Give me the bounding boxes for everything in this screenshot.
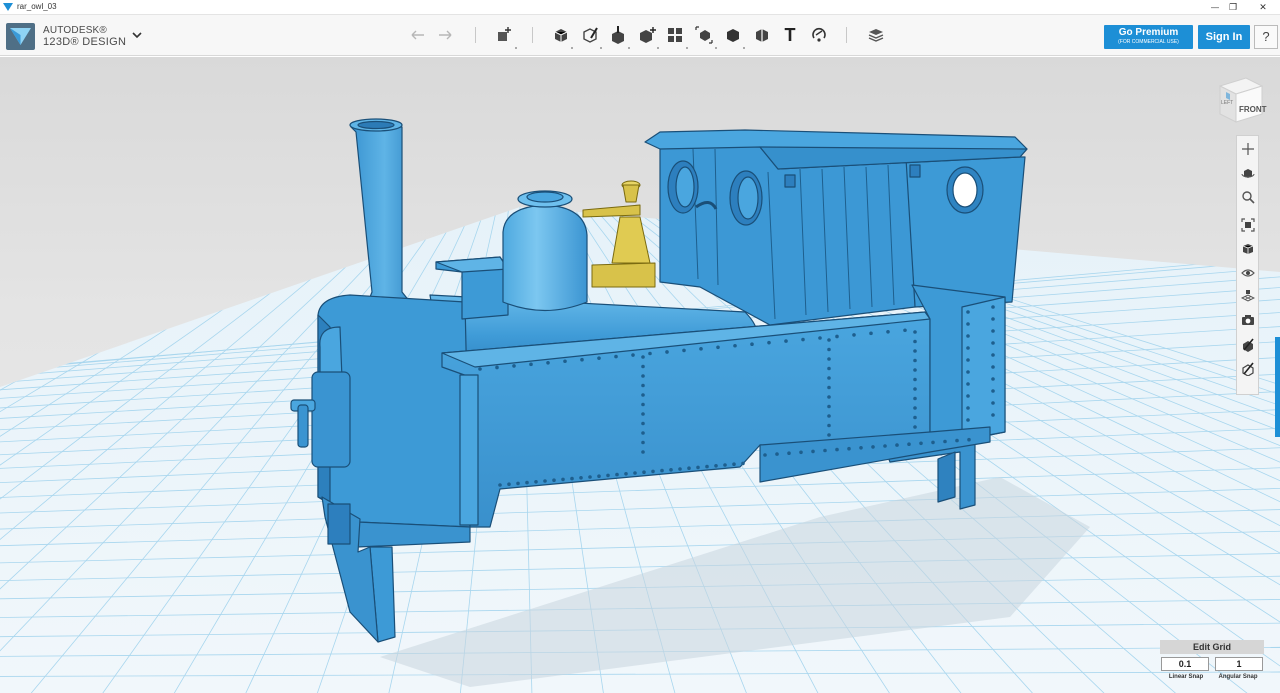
brand-autodesk: AUTODESK® <box>43 25 107 36</box>
outline-visibility-icon <box>1242 362 1254 376</box>
side-panel-tab[interactable] <box>1275 337 1280 437</box>
close-icon: ✕ <box>1259 2 1267 12</box>
redo-icon <box>439 30 452 40</box>
text-icon: T <box>784 24 796 45</box>
edit-grid-button[interactable]: Edit Grid <box>1160 640 1264 654</box>
scene-canvas[interactable] <box>0 57 1280 693</box>
toolbar-separator <box>475 27 476 43</box>
combine-icon <box>727 29 739 42</box>
measure-icon <box>756 29 768 42</box>
pan-icon <box>1242 143 1254 155</box>
title-bar: rar_owl_03 — ❐ ✕ <box>0 0 1280 15</box>
undo-button[interactable] <box>407 24 429 46</box>
maximize-icon: ❐ <box>1228 2 1238 12</box>
premium-sub-label: (FOR COMMERCIAL USE) <box>1118 39 1179 45</box>
primitives-icon <box>554 29 568 42</box>
snap-icon <box>812 27 826 42</box>
measure-button[interactable] <box>751 24 773 46</box>
visibility-button[interactable] <box>1239 264 1257 282</box>
linear-snap-input[interactable]: 0.1 <box>1161 657 1209 671</box>
brand-product: 123D® DESIGN <box>43 36 127 48</box>
modify-button[interactable] <box>636 24 658 46</box>
grouping-button[interactable] <box>693 24 715 46</box>
angular-snap-input[interactable]: 1 <box>1215 657 1263 671</box>
undo-icon <box>411 30 424 40</box>
pattern-button[interactable] <box>664 24 686 46</box>
app-logo-icon <box>3 3 13 11</box>
combine-button[interactable] <box>722 24 744 46</box>
close-button[interactable]: ✕ <box>1248 0 1278 15</box>
pan-button[interactable] <box>1239 140 1257 158</box>
fit-button[interactable] <box>1239 216 1257 234</box>
construct-button[interactable] <box>607 24 629 46</box>
material-visibility-button[interactable] <box>1239 336 1257 354</box>
outline-visibility-button[interactable] <box>1239 360 1257 378</box>
view-cube-front: FRONT <box>1239 105 1267 114</box>
chevron-down-icon[interactable] <box>130 28 144 42</box>
sign-in-button[interactable]: Sign In <box>1198 25 1250 49</box>
toolbar-separator <box>532 27 533 43</box>
views-button[interactable] <box>1239 240 1257 258</box>
window-title: rar_owl_03 <box>17 2 57 11</box>
3d-viewport[interactable]: FRONT LEFT Edit Grid 0.1 1 Linear Snap A… <box>0 57 1280 693</box>
grouping-icon <box>695 26 713 44</box>
screenshot-button[interactable] <box>1239 311 1257 329</box>
transform-icon <box>498 27 511 41</box>
navigation-bar <box>1236 135 1259 395</box>
material-button[interactable] <box>865 24 887 46</box>
orbit-button[interactable] <box>1239 164 1257 182</box>
material-visibility-icon <box>1243 338 1254 352</box>
sketch-button[interactable] <box>579 24 601 46</box>
premium-label: Go Premium <box>1118 27 1179 38</box>
screenshot-icon <box>1242 315 1254 325</box>
construct-icon <box>612 26 624 44</box>
linear-snap-label: Linear Snap <box>1168 674 1204 680</box>
redo-button[interactable] <box>434 24 456 46</box>
zoom-icon <box>1242 191 1255 204</box>
grid-settings-button[interactable] <box>1239 287 1257 305</box>
view-cube-left: LEFT <box>1221 100 1233 106</box>
material-icon <box>868 29 884 42</box>
grid-settings-icon <box>1241 290 1255 302</box>
toolbar-separator <box>846 27 847 43</box>
modify-icon <box>640 27 656 43</box>
123d-logo-icon <box>6 23 35 50</box>
views-icon <box>1242 244 1254 254</box>
sketch-icon <box>583 27 598 43</box>
text-button[interactable]: T <box>779 24 801 46</box>
main-toolbar: AUTODESK® 123D® DESIGN T Go Premium (FOR… <box>0 15 1280 56</box>
help-button[interactable]: ? <box>1254 25 1278 49</box>
zoom-button[interactable] <box>1239 188 1257 206</box>
go-premium-button[interactable]: Go Premium (FOR COMMERCIAL USE) <box>1104 25 1193 49</box>
primitives-button[interactable] <box>550 24 572 46</box>
fit-icon <box>1241 218 1255 232</box>
visibility-icon <box>1241 269 1255 277</box>
view-cube[interactable]: FRONT LEFT <box>1212 72 1268 128</box>
transform-button[interactable] <box>493 24 515 46</box>
pattern-icon <box>668 28 682 42</box>
angular-snap-label: Angular Snap <box>1218 674 1258 680</box>
snap-button[interactable] <box>808 24 830 46</box>
maximize-button[interactable]: ❐ <box>1218 0 1248 15</box>
orbit-icon <box>1241 169 1255 178</box>
edit-grid-panel: Edit Grid 0.1 1 Linear Snap Angular Snap <box>1160 640 1264 685</box>
view-cube-icon: FRONT LEFT <box>1218 77 1267 123</box>
